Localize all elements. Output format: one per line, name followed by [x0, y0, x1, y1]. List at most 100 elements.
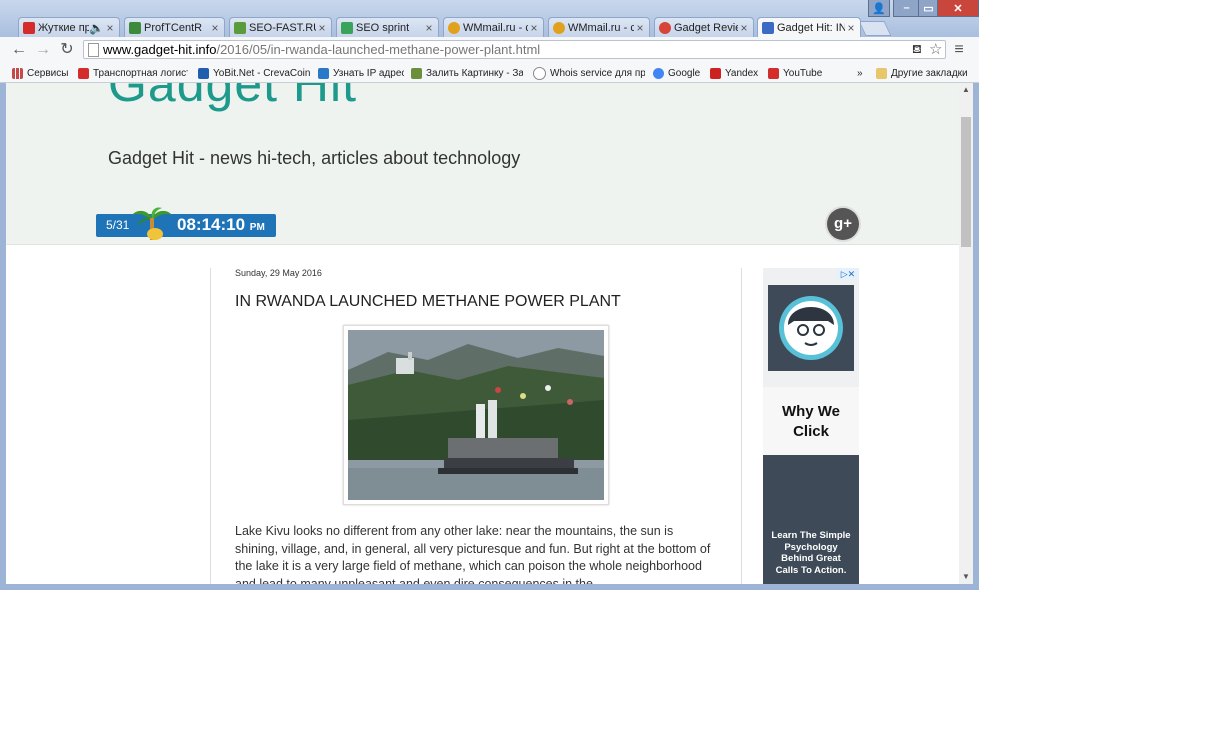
ad-choices-icon[interactable]: ▷✕ [837, 268, 859, 280]
wmmail-icon [553, 21, 565, 34]
bookmark-google[interactable]: Google [653, 66, 700, 80]
close-tab-icon[interactable]: × [634, 21, 646, 35]
new-tab-button[interactable] [858, 21, 892, 36]
tab-2[interactable]: ProfTCentR × [124, 17, 225, 37]
close-tab-icon[interactable]: × [423, 21, 435, 35]
bookmark-yandex[interactable]: Yandex [710, 66, 758, 80]
scroll-down-icon[interactable]: ▼ [962, 572, 970, 581]
google-plus-button[interactable]: g+ [827, 208, 859, 240]
bookmarks-bar: Сервисы Транспортная логист YoBit.Net - … [0, 63, 979, 83]
google-icon [653, 67, 664, 79]
tab-label: WMmail.ru - c [568, 21, 634, 34]
clock-time: 08:14:10 PM [177, 215, 265, 235]
bookmark-label: Whois service для про [550, 67, 645, 79]
site-logo[interactable]: Gadget Hit [108, 83, 357, 113]
tab-7[interactable]: Gadget Review × [654, 17, 754, 37]
bookmark-whois[interactable]: Whois service для про [533, 66, 645, 80]
tab-4[interactable]: SEO sprint × [336, 17, 439, 37]
close-window-button[interactable]: ✕ [937, 0, 979, 17]
post-title[interactable]: IN RWANDA LAUNCHED METHANE POWER PLANT [235, 293, 621, 311]
toolbar: ← → ↻ www.gadget-hit.info/2016/05/in-rwa… [0, 37, 979, 63]
address-bar[interactable]: www.gadget-hit.info/2016/05/in-rwanda-la… [83, 40, 946, 59]
tab-1[interactable]: Жуткие пр 🔈 × [18, 17, 120, 37]
youtube-icon [23, 21, 35, 34]
ip-icon [318, 67, 329, 79]
close-tab-icon[interactable]: × [316, 21, 328, 35]
star-icon[interactable]: ☆ [929, 40, 942, 58]
vertical-scrollbar[interactable]: ▲ ▼ [959, 83, 973, 584]
forward-arrow-icon[interactable]: → [34, 40, 52, 60]
image-icon [411, 67, 422, 79]
restore-button[interactable]: ▭ [918, 0, 939, 17]
bookmark-label: Yandex [725, 67, 759, 79]
seo-sprint-icon [341, 21, 353, 34]
bookmark-label: YouTube [783, 67, 823, 79]
tab-label: SEO-FAST.RU [249, 21, 316, 34]
speaker-icon: 🔈 [89, 20, 104, 35]
bookmark-label: Сервисы [27, 67, 69, 79]
clock-date: 5/31 [106, 218, 130, 232]
bookmark-label: Другие закладки [891, 67, 968, 79]
bookmark-label: Google [668, 67, 701, 79]
menu-icon[interactable]: ≡ [950, 40, 968, 60]
ad-headline: Why We Click [763, 387, 859, 455]
site-header: Gadget Hit Gadget Hit - news hi-tech, ar… [6, 83, 959, 245]
youtube-icon [78, 67, 89, 79]
tab-6[interactable]: WMmail.ru - c × [548, 17, 650, 37]
bookmark-label: Залить Картинку - За [426, 67, 523, 79]
tab-3[interactable]: SEO-FAST.RU × [229, 17, 332, 37]
bookmark-label: YoBit.Net - CrevaCoin [213, 67, 310, 79]
tab-8-active[interactable]: Gadget Hit: IN × [757, 17, 861, 37]
tab-strip: Жуткие пр 🔈 × ProfTCentR × SEO-FAST.RU ×… [0, 0, 979, 37]
tab-label: Gadget Hit: IN [777, 21, 845, 34]
ad-top: ▷✕ [763, 268, 859, 387]
bookmark-youtube[interactable]: YouTube [768, 66, 822, 80]
bookmark-yobit[interactable]: YoBit.Net - CrevaCoin [198, 66, 310, 80]
scrollbar-thumb[interactable] [961, 117, 971, 247]
bookmark-label: Узнать IP адрес [333, 67, 404, 79]
bookmark-transport[interactable]: Транспортная логист [78, 66, 188, 80]
tab-5[interactable]: WMmail.ru - c × [443, 17, 544, 37]
reload-icon[interactable]: ↻ [58, 40, 76, 60]
bookmark-services[interactable]: Сервисы [12, 66, 68, 80]
close-tab-icon[interactable]: × [845, 21, 857, 35]
profile-icon[interactable]: 👤 [868, 0, 890, 17]
post-body: Lake Kivu looks no different from any ot… [235, 524, 711, 584]
ad-image [768, 285, 854, 371]
page-icon [88, 43, 99, 57]
url-text: www.gadget-hit.info/2016/05/in-rwanda-la… [103, 42, 540, 57]
ad-text: Learn The Simple Psychology Behind Great… [771, 530, 851, 576]
close-tab-icon[interactable]: × [209, 21, 221, 35]
wmmail-icon [448, 21, 460, 34]
ad-body: Learn The Simple Psychology Behind Great… [763, 455, 859, 584]
close-tab-icon[interactable]: × [528, 21, 540, 35]
search-icon [533, 66, 546, 80]
bookmark-ip[interactable]: Узнать IP адрес [318, 66, 404, 80]
gadget-review-icon [659, 21, 671, 34]
tab-label: Gadget Review [674, 21, 738, 34]
close-tab-icon[interactable]: × [738, 21, 750, 35]
close-tab-icon[interactable]: × [104, 21, 116, 35]
bookmark-upload-image[interactable]: Залить Картинку - За [411, 66, 523, 80]
url-path: /2016/05/in-rwanda-launched-methane-powe… [216, 42, 541, 57]
translate-icon[interactable]: ⛾ [912, 42, 922, 58]
page-viewport: Gadget Hit Gadget Hit - news hi-tech, ar… [6, 83, 959, 584]
tab-label: Жуткие пр [38, 21, 89, 34]
clock-ampm: PM [249, 222, 265, 233]
palm-tree-icon [132, 207, 172, 240]
face-icon [779, 296, 843, 360]
back-arrow-icon[interactable]: ← [10, 40, 28, 60]
browser-window: Жуткие пр 🔈 × ProfTCentR × SEO-FAST.RU ×… [0, 0, 979, 590]
apps-icon [12, 67, 23, 79]
other-bookmarks-folder[interactable]: Другие закладки [876, 66, 976, 80]
folder-icon [876, 67, 887, 79]
sidebar-ad[interactable]: ▷✕ Why We Click Learn The Simple Psychol… [763, 268, 859, 584]
bookmark-label: Транспортная логист [93, 67, 188, 79]
scroll-up-icon[interactable]: ▲ [962, 85, 970, 94]
post-date: Sunday, 29 May 2016 [235, 268, 322, 278]
bookmarks-overflow-button[interactable]: » [857, 66, 863, 80]
chart-icon [129, 21, 141, 34]
minimize-button[interactable]: – [893, 0, 920, 17]
clock-time-value: 08:14:10 [177, 215, 246, 234]
post-image[interactable] [343, 325, 609, 505]
